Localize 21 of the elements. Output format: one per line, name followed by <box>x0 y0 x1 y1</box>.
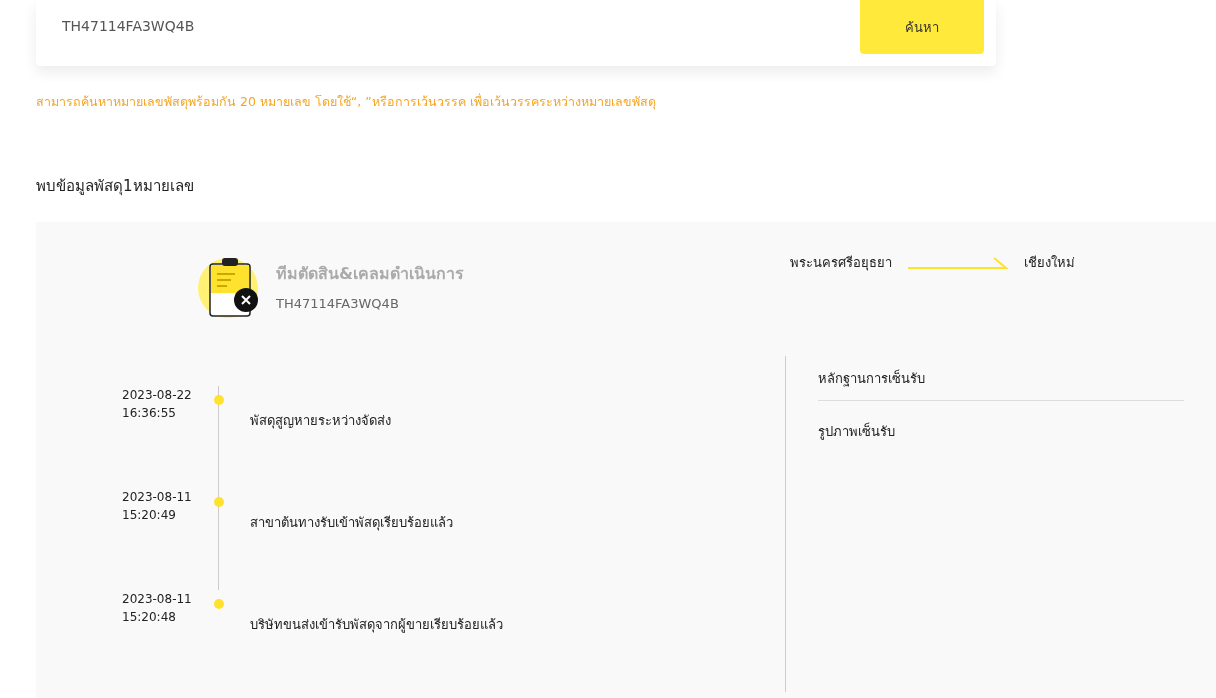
event-date: 2023-08-11 <box>122 489 193 506</box>
event-date: 2023-08-11 <box>122 591 193 608</box>
timeline-dot <box>214 395 224 405</box>
event-date: 2023-08-22 <box>122 387 193 404</box>
tracking-number: TH47114FA3WQ4B <box>276 296 400 311</box>
event-time: 15:20:49 <box>122 507 177 524</box>
event-description: พัสดุสูญหายระหว่างจัดส่ง <box>250 412 391 431</box>
result-heading: พบข้อมูลพัสดุ1หมายเลข <box>36 176 194 198</box>
destination-city: เชียงใหม่ <box>1024 254 1075 272</box>
event-description: บริษัทขนส่งเข้ารับพัสดุจากผู้ขายเรียบร้อยแล้ว <box>250 616 503 635</box>
search-button[interactable]: ค้นหา <box>860 0 984 54</box>
timeline-dot <box>214 497 224 507</box>
proof-link[interactable]: หลักฐานการเซ็นรับ <box>818 356 925 400</box>
event-time: 15:20:48 <box>122 609 177 626</box>
origin-city: พระนครศรีอยุธยา <box>790 254 892 273</box>
event-description: สาขาต้นทางรับเข้าพัสดุเรียบร้อยแล้ว <box>250 514 453 533</box>
timeline-dot <box>214 599 224 609</box>
search-hint: สามารถค้นหาหมายเลขพัสดุพร้อมกัน 20 หมายเลข โดยใช้“, ”หรือการเว้นวรรค เพื่อเว้นวรรคระหว่างหมายเลขพัสดุ <box>36 92 657 112</box>
event-time: 16:36:55 <box>122 405 177 422</box>
parcel-status: ทีมตัดสิน&เคลมดำเนินการ <box>276 263 464 285</box>
proof-link[interactable]: รูปภาพเซ็นรับ <box>818 409 895 453</box>
